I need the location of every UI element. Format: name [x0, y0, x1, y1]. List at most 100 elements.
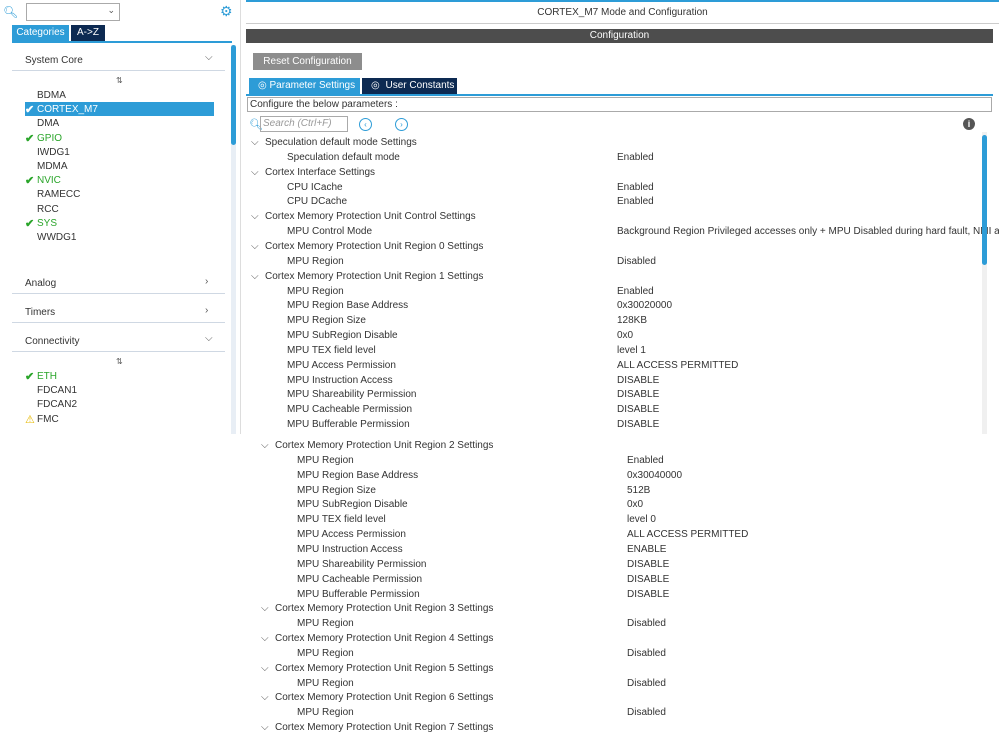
parameter-value[interactable]: Disabled — [627, 616, 666, 631]
group-connectivity[interactable]: Connectivity — [25, 336, 79, 347]
search-icon[interactable]: 🔍︎ — [3, 5, 18, 19]
parameter-row[interactable]: MPU Bufferable Permission DISABLE — [255, 587, 995, 602]
parameter-value[interactable]: level 0 — [627, 512, 656, 527]
parameter-value[interactable]: Enabled — [617, 180, 654, 195]
parameter-value[interactable]: Enabled — [617, 194, 654, 209]
parameter-row[interactable]: MPU Region Base Address 0x30040000 — [255, 468, 995, 483]
peripheral-item[interactable]: GPIO — [37, 133, 62, 144]
parameter-value[interactable]: DISABLE — [617, 387, 659, 402]
peripheral-item[interactable]: FMC — [37, 414, 59, 425]
parameter-row[interactable]: MPU Shareability Permission DISABLE — [255, 557, 995, 572]
peripheral-item[interactable]: DMA — [37, 118, 59, 129]
parameter-value[interactable]: 0x0 — [617, 328, 633, 343]
section-row[interactable]: ⌵ Cortex Memory Protection Unit Control S… — [246, 209, 986, 224]
chevron-down-icon[interactable]: ⌵ — [261, 601, 269, 616]
peripheral-item[interactable]: FDCAN2 — [37, 399, 77, 410]
chevron-right-icon[interactable]: › — [205, 276, 208, 287]
parameter-value[interactable]: DISABLE — [617, 417, 659, 432]
group-analog[interactable]: Analog — [25, 278, 56, 289]
parameter-value[interactable]: Disabled — [627, 646, 666, 661]
tab-a-z[interactable]: A->Z — [71, 25, 105, 41]
parameter-row[interactable]: MPU Region Disabled — [255, 646, 995, 661]
parameter-row[interactable]: CPU ICache Enabled — [246, 180, 986, 195]
peripheral-item[interactable]: BDMA — [37, 90, 66, 101]
section-row[interactable]: ⌵ Cortex Memory Protection Unit Region 2 … — [255, 438, 995, 453]
parameter-value[interactable]: DISABLE — [627, 572, 669, 587]
chevron-down-icon[interactable]: ⌵ — [205, 52, 213, 63]
section-row[interactable]: ⌵ Cortex Memory Protection Unit Region 3 … — [255, 601, 995, 616]
chevron-down-icon[interactable]: ⌵ — [251, 209, 259, 224]
parameter-row[interactable]: MPU Cacheable Permission DISABLE — [255, 572, 995, 587]
parameter-value[interactable]: level 1 — [617, 343, 646, 358]
parameter-row[interactable]: MPU Bufferable Permission DISABLE — [246, 417, 986, 432]
section-row[interactable]: ⌵ Cortex Memory Protection Unit Region 7 … — [255, 720, 995, 735]
chevron-down-icon[interactable]: ⌵ — [251, 269, 259, 284]
chevron-down-icon[interactable]: ⌵ — [261, 631, 269, 646]
info-icon[interactable]: i — [963, 118, 975, 130]
peripheral-item[interactable]: NVIC — [37, 175, 61, 186]
parameter-row[interactable]: MPU Instruction Access DISABLE — [246, 373, 986, 388]
group-timers[interactable]: Timers — [25, 307, 55, 318]
parameter-row[interactable]: Speculation default mode Enabled — [246, 150, 986, 165]
peripheral-item[interactable]: FDCAN1 — [37, 385, 77, 396]
parameter-row[interactable]: MPU Region Disabled — [255, 705, 995, 720]
peripheral-item[interactable]: RCC — [37, 204, 59, 215]
chevron-down-icon[interactable]: ⌵ — [261, 720, 269, 735]
section-row[interactable]: ⌵ Cortex Memory Protection Unit Region 0 … — [246, 239, 986, 254]
parameter-row[interactable]: MPU Control Mode Background Region Privil… — [246, 224, 999, 239]
sort-icon[interactable]: ⇅ — [116, 76, 123, 85]
parameter-value[interactable]: Disabled — [627, 705, 666, 720]
category-search-input[interactable]: ⌄ — [26, 3, 120, 21]
parameter-row[interactable]: MPU Instruction Access ENABLE — [255, 542, 995, 557]
tab-user-constants[interactable]: ◎ User Constants — [362, 78, 457, 94]
chevron-down-icon[interactable]: ⌵ — [205, 333, 213, 344]
next-icon[interactable]: › — [395, 118, 408, 131]
parameter-value[interactable]: ALL ACCESS PERMITTED — [617, 358, 738, 373]
tab-categories[interactable]: Categories — [12, 25, 69, 41]
peripheral-item[interactable]: IWDG1 — [37, 147, 70, 158]
parameter-value[interactable]: Enabled — [627, 453, 664, 468]
parameter-search-input[interactable]: Search (Ctrl+F) — [260, 116, 348, 132]
parameter-value[interactable]: DISABLE — [617, 373, 659, 388]
dropdown-icon[interactable]: ⌄ — [107, 5, 115, 16]
prev-icon[interactable]: ‹ — [359, 118, 372, 131]
tab-parameter-settings[interactable]: ◎ Parameter Settings — [249, 78, 360, 94]
chevron-down-icon[interactable]: ⌵ — [251, 135, 259, 150]
group-system-core[interactable]: System Core — [25, 55, 83, 66]
chevron-down-icon[interactable]: ⌵ — [261, 438, 269, 453]
parameter-row[interactable]: MPU Region Disabled — [255, 616, 995, 631]
parameter-row[interactable]: MPU Shareability Permission DISABLE — [246, 387, 986, 402]
chevron-right-icon[interactable]: › — [205, 305, 208, 316]
peripheral-item[interactable]: WWDG1 — [37, 232, 76, 243]
parameter-row[interactable]: MPU Access Permission ALL ACCESS PERMITTE… — [246, 358, 986, 373]
parameter-value[interactable]: ENABLE — [627, 542, 666, 557]
chevron-down-icon[interactable]: ⌵ — [251, 165, 259, 180]
parameter-row[interactable]: MPU Region Base Address 0x30020000 — [246, 298, 986, 313]
peripheral-item[interactable]: MDMA — [37, 161, 68, 172]
section-row[interactable]: ⌵ Cortex Memory Protection Unit Region 1 … — [246, 269, 986, 284]
parameter-value[interactable]: Disabled — [617, 254, 656, 269]
gear-icon[interactable]: ⚙ — [220, 3, 233, 20]
parameter-value[interactable]: Disabled — [627, 676, 666, 691]
sort-icon[interactable]: ⇅ — [116, 357, 123, 366]
parameter-value[interactable]: 0x30020000 — [617, 298, 672, 313]
peripheral-item[interactable]: SYS — [37, 218, 57, 229]
parameter-row[interactable]: MPU Region Enabled — [246, 284, 986, 299]
section-row[interactable]: ⌵ Speculation default mode Settings — [246, 135, 986, 150]
parameter-value[interactable]: 128KB — [617, 313, 647, 328]
left-scrollbar[interactable] — [231, 45, 236, 145]
parameter-row[interactable]: MPU SubRegion Disable 0x0 — [255, 497, 995, 512]
section-row[interactable]: ⌵ Cortex Memory Protection Unit Region 6 … — [255, 690, 995, 705]
parameter-row[interactable]: MPU Region Disabled — [246, 254, 986, 269]
parameter-row[interactable]: MPU Region Size 128KB — [246, 313, 986, 328]
parameter-value[interactable]: DISABLE — [627, 587, 669, 602]
parameter-value[interactable]: DISABLE — [627, 557, 669, 572]
parameter-value[interactable]: DISABLE — [617, 402, 659, 417]
reset-configuration-button[interactable]: Reset Configuration — [253, 53, 362, 70]
chevron-down-icon[interactable]: ⌵ — [261, 661, 269, 676]
chevron-down-icon[interactable]: ⌵ — [261, 690, 269, 705]
parameter-row[interactable]: MPU Access Permission ALL ACCESS PERMITTE… — [255, 527, 995, 542]
parameter-row[interactable]: MPU TEX field level level 1 — [246, 343, 986, 358]
parameter-row[interactable]: MPU Cacheable Permission DISABLE — [246, 402, 986, 417]
parameter-row[interactable]: MPU TEX field level level 0 — [255, 512, 995, 527]
